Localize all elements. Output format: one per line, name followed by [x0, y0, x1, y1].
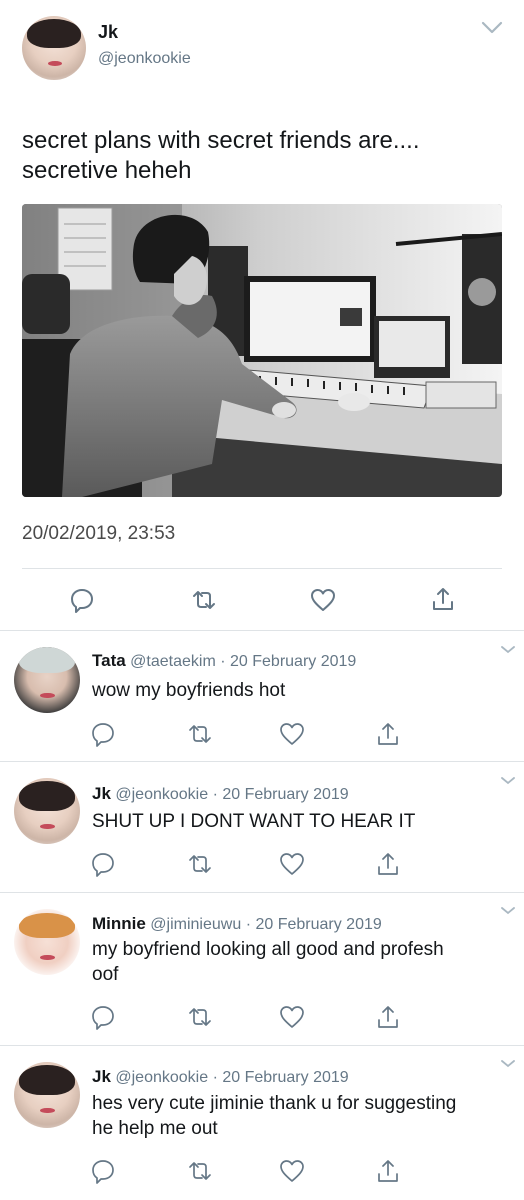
author-handle[interactable]: @jiminieuwu [150, 916, 241, 933]
reply-date: 20 February 2019 [230, 653, 357, 670]
reply-icon[interactable] [69, 587, 95, 613]
share-icon[interactable] [430, 586, 456, 612]
meta-separator: · [220, 653, 226, 670]
reply-date: 20 February 2019 [222, 786, 349, 803]
tweet-text-line: secret plans with secret friends are.... [22, 127, 420, 154]
reply-actions [0, 851, 524, 877]
retweet-icon[interactable] [191, 587, 217, 613]
reply-date: 20 February 2019 [255, 916, 382, 933]
reply-text: SHUT UP I DONT WANT TO HEAR IT [92, 809, 502, 834]
chevron-down-icon[interactable] [500, 645, 516, 655]
reply-text: my boyfriend looking all good and profes… [92, 937, 502, 987]
retweet-icon[interactable] [187, 1004, 213, 1030]
author-handle[interactable]: @taetaekim [130, 653, 216, 670]
reply-icon[interactable] [90, 1158, 116, 1184]
reply-actions [0, 721, 524, 747]
reply-meta: Tata @taetaekim · 20 February 2019 [92, 651, 356, 671]
author-name[interactable]: Minnie [92, 914, 146, 933]
main-tweet: Jk @jeonkookie secret plans with secret … [0, 0, 524, 630]
avatar[interactable] [14, 1062, 80, 1128]
share-icon[interactable] [375, 851, 401, 877]
share-icon[interactable] [375, 1158, 401, 1184]
reply-meta: Jk @jeonkookie · 20 February 2019 [92, 1067, 349, 1087]
reply-meta: Jk @jeonkookie · 20 February 2019 [92, 784, 349, 804]
author-name[interactable]: Jk [92, 784, 111, 803]
meta-separator: · [245, 916, 252, 933]
tweet-actions [0, 585, 524, 615]
reply-actions [0, 1004, 524, 1030]
author-handle[interactable]: @jeonkookie [115, 786, 208, 803]
retweet-icon[interactable] [187, 721, 213, 747]
like-icon[interactable] [279, 721, 305, 747]
retweet-icon[interactable] [187, 1158, 213, 1184]
reply-text-line: my boyfriend looking all good and profes… [92, 939, 444, 960]
reply-text: hes very cute jiminie thank u for sugges… [92, 1091, 502, 1141]
divider [22, 568, 502, 569]
reply-meta: Minnie @jiminieuwu · 20 February 2019 [92, 914, 382, 934]
tweet-text: secret plans with secret friends are....… [22, 126, 506, 186]
reply-date: 20 February 2019 [222, 1069, 349, 1086]
chevron-down-icon[interactable] [500, 776, 516, 786]
avatar[interactable] [14, 647, 80, 713]
avatar[interactable] [14, 909, 80, 975]
author-name[interactable]: Jk [98, 22, 118, 43]
reply-icon[interactable] [90, 1004, 116, 1030]
author-handle[interactable]: @jeonkookie [98, 50, 191, 68]
photo-illustration [22, 204, 502, 497]
share-icon[interactable] [375, 1004, 401, 1030]
tweet-photo[interactable] [22, 204, 502, 497]
like-icon[interactable] [310, 587, 336, 613]
tweet-timestamp: 20/02/2019, 23:53 [22, 523, 176, 544]
retweet-icon[interactable] [187, 851, 213, 877]
avatar[interactable] [22, 16, 86, 80]
reply-tweet[interactable]: Minnie @jiminieuwu · 20 February 2019 my… [0, 893, 524, 1045]
reply-tweet[interactable]: Tata @taetaekim · 20 February 2019 wow m… [0, 631, 524, 761]
like-icon[interactable] [279, 1004, 305, 1030]
chevron-down-icon[interactable] [500, 906, 516, 916]
meta-separator: · [212, 1069, 218, 1086]
reply-text-line: he help me out [92, 1118, 218, 1139]
reply-text-line: hes very cute jiminie thank u for sugges… [92, 1093, 457, 1114]
reply-text-line: SHUT UP I DONT WANT TO HEAR IT [92, 811, 416, 832]
chevron-down-icon[interactable] [500, 1059, 516, 1069]
share-icon[interactable] [375, 721, 401, 747]
like-icon[interactable] [279, 851, 305, 877]
meta-separator: · [212, 786, 218, 803]
reply-text-line: wow my boyfriends hot [92, 680, 286, 701]
avatar[interactable] [14, 778, 80, 844]
reply-actions [0, 1158, 524, 1184]
tweet-text-line: secretive heheh [22, 157, 192, 184]
author-name[interactable]: Jk [92, 1067, 111, 1086]
like-icon[interactable] [279, 1158, 305, 1184]
reply-icon[interactable] [90, 721, 116, 747]
author-name[interactable]: Tata [92, 651, 126, 670]
chevron-down-icon[interactable] [480, 20, 504, 36]
reply-tweet[interactable]: Jk @jeonkookie · 20 February 2019 hes ve… [0, 1046, 524, 1200]
reply-text-line: oof [92, 964, 119, 985]
reply-tweet[interactable]: Jk @jeonkookie · 20 February 2019 SHUT U… [0, 762, 524, 892]
reply-text: wow my boyfriends hot [92, 678, 502, 703]
reply-icon[interactable] [90, 851, 116, 877]
author-handle[interactable]: @jeonkookie [115, 1069, 208, 1086]
